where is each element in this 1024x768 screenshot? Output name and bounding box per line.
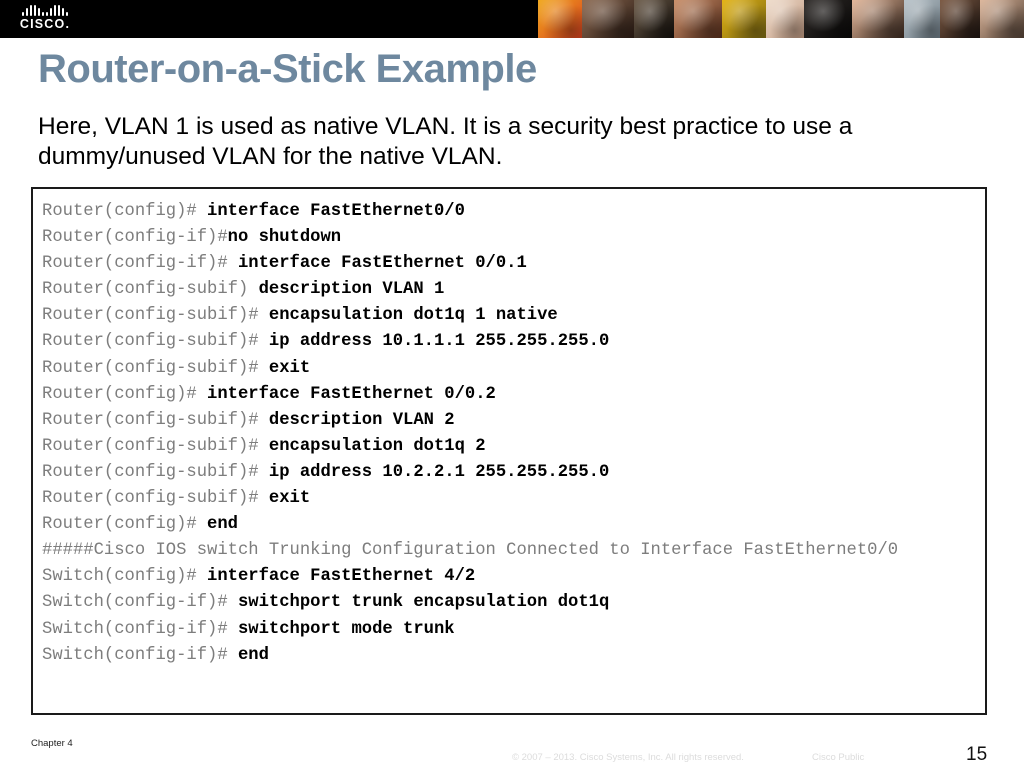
- cli-prompt: Router(config-subif)#: [42, 306, 269, 326]
- photo-dark-scene: [804, 0, 852, 38]
- cisco-logo: CISCO.: [14, 5, 76, 33]
- cli-line: Router(config-subif)# ip address 10.2.2.…: [42, 460, 985, 486]
- photo-blue-grey-blur: [904, 0, 940, 38]
- cli-line: Switch(config-if)# switchport trunk enca…: [42, 590, 985, 616]
- cli-prompt: Router(config-subif): [42, 280, 259, 300]
- photo-young-man-cap: [980, 0, 1024, 38]
- cli-command: ip address 10.2.2.1 255.255.255.0: [268, 462, 610, 482]
- cli-prompt: Router(config-if)#: [42, 254, 238, 274]
- cli-command: switchport mode trunk: [237, 619, 455, 639]
- cli-prompt: Router(config-subif)#: [42, 332, 269, 352]
- cli-line: Router(config-if)# interface FastEtherne…: [42, 251, 985, 277]
- cli-prompt: Router(config-if)#: [42, 228, 228, 248]
- cli-prompt: Router(config-subif)#: [42, 489, 269, 509]
- photo-woman-dark-hair: [582, 0, 634, 38]
- cli-prompt: Router(config-subif)#: [42, 358, 269, 378]
- cli-command: end: [207, 515, 238, 535]
- cisco-wordmark: CISCO.: [19, 17, 71, 31]
- photo-asian-woman: [852, 0, 904, 38]
- cli-line: Router(config-subif)# exit: [42, 356, 985, 382]
- cli-command: interface FastEthernet 0/0.1: [237, 254, 527, 274]
- cli-line: Router(config-subif)# ip address 10.1.1.…: [42, 329, 985, 355]
- cli-command: interface FastEthernet 0/0.2: [207, 384, 496, 404]
- cli-line: Router(config-subif)# exit: [42, 486, 985, 512]
- photo-abstract-orange: [538, 0, 582, 38]
- cli-line: Switch(config-if)# switchport mode trunk: [42, 617, 985, 643]
- photo-man-white-shirt: [940, 0, 980, 38]
- cli-command: description VLAN 2: [268, 410, 455, 430]
- cli-command: interface FastEthernet0/0: [207, 202, 465, 221]
- footer-page-number: 15: [966, 744, 988, 765]
- cli-command: end: [237, 645, 269, 665]
- cli-prompt: Router(config)#: [42, 515, 208, 535]
- cli-command: exit: [268, 489, 311, 509]
- cli-prompt: Router(config-subif)#: [42, 462, 269, 482]
- footer-cisco-public: Cisco Public: [812, 752, 865, 763]
- page-title: Router-on-a-Stick Example: [38, 47, 537, 91]
- header-bar: CISCO.: [0, 0, 1024, 38]
- cli-command: exit: [268, 358, 311, 378]
- body-paragraph: Here, VLAN 1 is used as native VLAN. It …: [38, 113, 853, 170]
- cli-command: switchport trunk encapsulation dot1q: [237, 593, 610, 613]
- cli-command: encapsulation dot1q 1 native: [268, 306, 558, 326]
- cli-prompt: Switch(config-if)#: [42, 645, 238, 665]
- cli-prompt: Router(config)#: [42, 384, 208, 404]
- cli-line: Router(config-subif) description VLAN 1: [42, 277, 985, 303]
- photo-yellow-pattern: [722, 0, 766, 38]
- cli-line: Switch(config-if)# end: [42, 643, 985, 669]
- cli-prompt: Router(config)#: [42, 202, 208, 221]
- cli-line: Router(config-subif)# description VLAN 2: [42, 408, 985, 434]
- cli-line: Router(config-subif)# encapsulation dot1…: [42, 303, 985, 329]
- cli-line: Router(config-subif)# encapsulation dot1…: [42, 434, 985, 460]
- cli-command: description VLAN 1: [258, 280, 445, 300]
- cli-command: interface FastEthernet 4/2: [207, 567, 476, 587]
- footer-chapter-label: Chapter 4: [31, 738, 73, 749]
- cli-line: Router(config)# interface FastEthernet 0…: [42, 382, 985, 408]
- cli-prompt: #####Cisco IOS switch Trunking Configura…: [42, 541, 899, 561]
- cisco-bridge-icon: [14, 5, 76, 16]
- cli-configuration-box: Router(config)# interface FastEthernet0/…: [31, 187, 987, 715]
- photo-person-pale: [766, 0, 804, 38]
- cli-line: Router(config-if)#no shutdown: [42, 225, 985, 251]
- photo-smiling-woman: [674, 0, 722, 38]
- cli-line: #####Cisco IOS switch Trunking Configura…: [42, 538, 985, 564]
- cli-line: Router(config)# end: [42, 512, 985, 538]
- header-photo-strip: [538, 0, 1024, 38]
- cli-prompt: Switch(config-if)#: [42, 593, 238, 613]
- cli-command: no shutdown: [227, 228, 342, 248]
- cli-command: encapsulation dot1q 2: [268, 436, 486, 456]
- cli-prompt: Switch(config-if)#: [42, 619, 238, 639]
- cli-line: Switch(config)# interface FastEthernet 4…: [42, 564, 985, 590]
- cli-line: Router(config)# interface FastEthernet0/…: [42, 199, 985, 225]
- footer-copyright: © 2007 – 2013. Cisco Systems, Inc. All r…: [512, 752, 744, 763]
- photo-man-suit-thinking: [634, 0, 674, 38]
- cli-prompt: Router(config-subif)#: [42, 410, 269, 430]
- cli-prompt: Switch(config)#: [42, 567, 208, 587]
- cli-command: ip address 10.1.1.1 255.255.255.0: [268, 332, 610, 352]
- cli-prompt: Router(config-subif)#: [42, 436, 269, 456]
